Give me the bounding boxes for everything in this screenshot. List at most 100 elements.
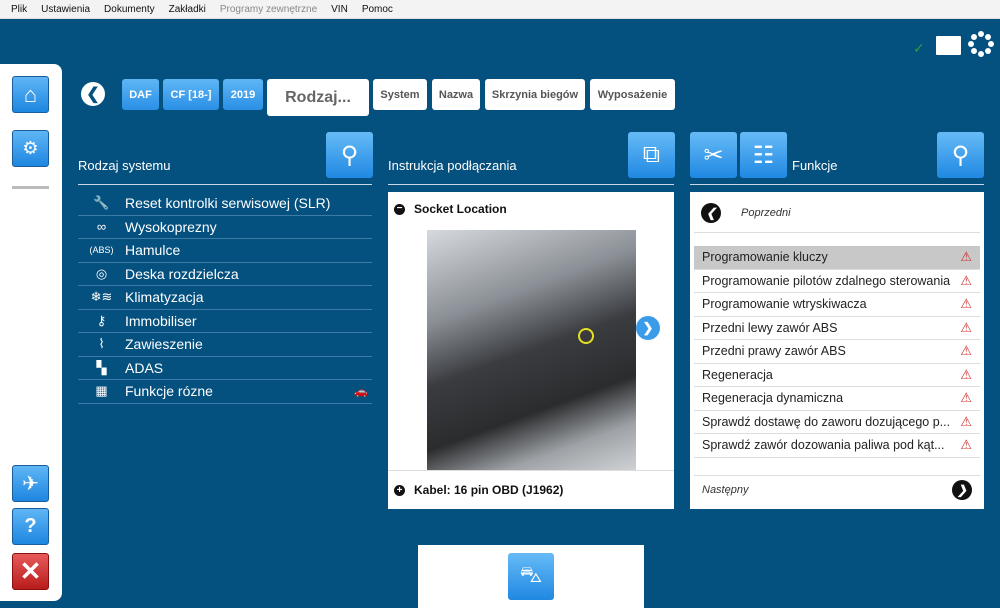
function-label: Regeneracja dynamiczna [702, 391, 844, 406]
divider [78, 184, 372, 185]
function-label: Regeneracja [702, 367, 773, 382]
system-item-suspension[interactable]: ⌇ Zawieszenie [78, 333, 372, 357]
warning-icon: ⚠ [960, 343, 972, 359]
function-label: Programowanie wtryskiwacza [702, 297, 867, 312]
item-label: Wysokoprezny [125, 218, 217, 235]
vehicle-settings-button[interactable]: ⚙ [12, 130, 49, 167]
airplane-icon: ✈ [22, 473, 39, 495]
search-button[interactable]: ⚲ [326, 132, 373, 178]
home-button[interactable]: ⌂ [12, 76, 49, 113]
report-button[interactable]: ☷ [740, 132, 787, 178]
system-item-brakes[interactable]: (ABS) Hamulce [78, 239, 372, 263]
menu-pomoc[interactable]: Pomoc [362, 4, 393, 15]
next-button[interactable]: Następny ❯ [702, 479, 972, 501]
function-item[interactable]: Sprawdź dostawę do zaworu dozującego p..… [694, 411, 980, 434]
functions-panel: ❮ Poprzedni Programowanie kluczy ⚠ Programo… [690, 192, 984, 509]
sidebar: ⌂ ⚙ ✈ ? ✕ [0, 64, 62, 601]
close-button[interactable]: ✕ [12, 553, 49, 590]
menu-plik[interactable]: Plik [11, 4, 27, 15]
external-link-icon: ⧉ [642, 141, 661, 168]
loading-icon [968, 31, 994, 57]
function-item[interactable]: Programowanie wtryskiwacza ⚠ [694, 293, 980, 317]
tools-icon: ✂ [703, 141, 724, 169]
chevron-right-icon: ❯ [642, 320, 654, 335]
battery-icon [936, 36, 961, 55]
tools-button[interactable]: ✂ [690, 132, 737, 178]
divider [388, 184, 674, 185]
menu-vin[interactable]: VIN [331, 4, 348, 15]
back-button[interactable]: ❮ [81, 82, 105, 106]
system-item-diesel[interactable]: ∞ Wysokoprezny [78, 216, 372, 239]
item-label: Klimatyzacja [125, 289, 204, 306]
crumb-name[interactable]: Nazwa [432, 79, 480, 110]
function-item[interactable]: Sprawdź zawór dozowania paliwa pod kąt..… [694, 434, 980, 458]
function-item[interactable]: Programowanie pilotów zdalnego sterowani… [694, 270, 980, 293]
divider [388, 470, 674, 471]
function-item[interactable]: Regeneracja ⚠ [694, 364, 980, 387]
divider [690, 184, 984, 185]
chevron-right-icon: ❯ [952, 480, 972, 500]
warning-icon: ⚠ [960, 390, 972, 406]
previous-button[interactable]: ❮ Poprzedni [701, 203, 791, 223]
menu-programy: Programy zewnętrzne [219, 3, 318, 15]
item-label: Zawieszenie [125, 336, 203, 353]
key-icon: ⚷ [96, 312, 107, 328]
open-external-button[interactable]: ⧉ [628, 132, 675, 178]
crumb-system[interactable]: System [373, 79, 427, 110]
function-item[interactable]: Programowanie kluczy ⚠ [694, 246, 980, 270]
menu-zakladki[interactable]: Zakładki [169, 4, 206, 15]
cable-header[interactable]: + Kabel: 16 pin OBD (J1962) [394, 483, 563, 497]
function-label: Programowanie kluczy [702, 250, 828, 265]
misc-icon: ▦ [95, 383, 108, 399]
function-label: Przedni prawy zawór ABS [702, 344, 846, 359]
system-item-immobiliser[interactable]: ⚷ Immobiliser [78, 310, 372, 333]
suspension-icon: ⌇ [98, 336, 105, 352]
vehicle-scan-button[interactable]: ⛍ [508, 553, 554, 600]
menu-ustawienia[interactable]: Ustawienia [41, 4, 90, 15]
system-item-slr[interactable]: 🔧 Reset kontrolki serwisowej (SLR) [78, 192, 372, 216]
functions-search-button[interactable]: ⚲ [937, 132, 984, 178]
socket-location-photo [427, 230, 636, 470]
climate-icon: ❄≋ [90, 289, 113, 305]
next-image-button[interactable]: ❯ [636, 316, 660, 340]
warning-icon: ⚠ [960, 296, 972, 312]
system-list: 🔧 Reset kontrolki serwisowej (SLR) ∞ Wysok… [78, 192, 372, 404]
dashboard-icon: ◎ [95, 265, 108, 281]
system-item-misc[interactable]: ▦ Funkcje rózne 🚗 [78, 380, 372, 404]
report-icon: ☷ [752, 141, 775, 169]
check-icon: ✓ [913, 40, 925, 56]
item-label: Funkcje rózne [125, 383, 213, 400]
function-item[interactable]: Przedni prawy zawór ABS ⚠ [694, 340, 980, 364]
functions-title: Funkcje [792, 158, 838, 173]
previous-label: Poprzedni [741, 207, 791, 219]
crumb-equipment[interactable]: Wyposażenie [590, 79, 675, 110]
function-label: Programowanie pilotów zdalnego sterowani… [702, 273, 951, 288]
help-button[interactable]: ? [12, 508, 49, 545]
socket-label: Socket Location [414, 202, 507, 216]
system-item-climate[interactable]: ❄≋ Klimatyzacja [78, 286, 372, 310]
socket-marker [578, 328, 594, 344]
system-item-dashboard[interactable]: ◎ Deska rozdzielcza [78, 263, 372, 286]
car-gear-icon: ⚙ [22, 138, 39, 158]
warning-icon: ⚠ [960, 319, 972, 335]
next-label: Następny [702, 484, 749, 496]
crumb-current[interactable]: Rodzaj... [267, 79, 369, 116]
function-item[interactable]: Przedni lewy zawór ABS ⚠ [694, 317, 980, 340]
crumb-make[interactable]: DAF [122, 79, 159, 110]
function-item[interactable]: Regeneracja dynamiczna ⚠ [694, 387, 980, 411]
chevron-left-icon: ❮ [86, 86, 100, 103]
system-item-adas[interactable]: ▚ ADAS [78, 357, 372, 380]
socket-header[interactable]: − Socket Location [394, 202, 507, 216]
divider [694, 232, 980, 233]
crumb-year[interactable]: 2019 [223, 79, 263, 110]
home-icon: ⌂ [23, 81, 38, 107]
travel-mode-button[interactable]: ✈ [12, 465, 49, 502]
crumb-model[interactable]: CF [18-] [163, 79, 219, 110]
item-label: Hamulce [125, 242, 181, 259]
crumb-gearbox[interactable]: Skrzynia biegów [485, 79, 585, 110]
car-front-icon: ⛍ [519, 562, 543, 587]
divider [12, 186, 49, 189]
menu-dokumenty[interactable]: Dokumenty [104, 4, 155, 15]
search-icon: ⚲ [951, 141, 970, 169]
help-icon: ? [24, 515, 37, 537]
